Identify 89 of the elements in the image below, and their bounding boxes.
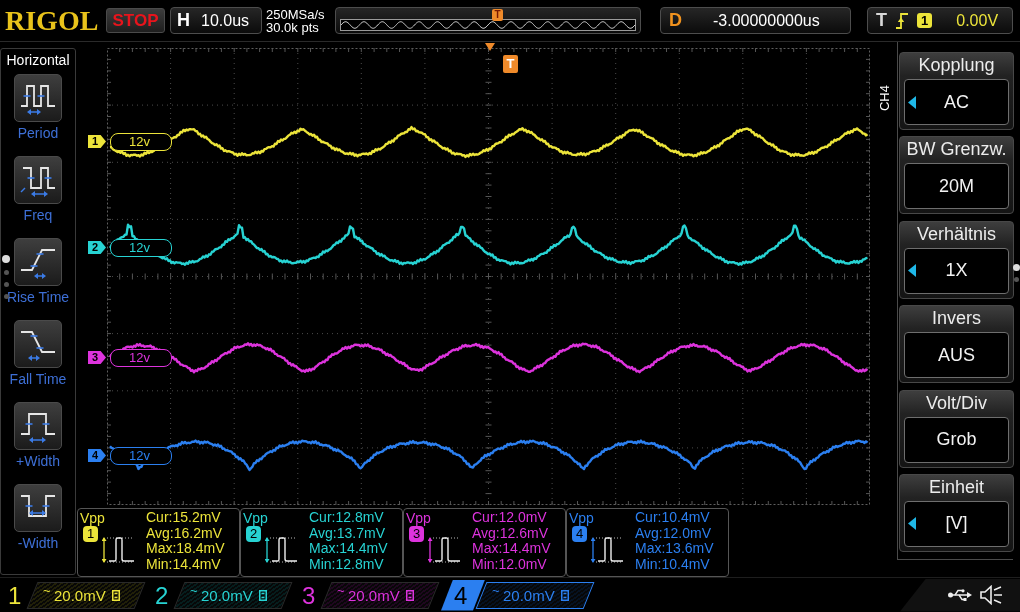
channel-button[interactable]: 2	[147, 579, 183, 611]
channel-button[interactable]: 1	[0, 579, 36, 611]
channel-marker: 3	[88, 351, 106, 364]
measurement-stat: Cur:12.0mV	[472, 510, 548, 526]
timebase-label: H	[177, 10, 190, 31]
channel-marker: 1	[88, 135, 106, 148]
measurement-button[interactable]	[14, 156, 62, 204]
measurement-stat: Cur:10.4mV	[635, 510, 711, 526]
channel-scale: 20.0mV	[502, 586, 555, 604]
coupling-symbol: ~	[492, 582, 500, 598]
softkey-title: Invers	[931, 307, 982, 331]
softkey-title: Verhältnis	[915, 222, 998, 246]
measurement-label: +Width	[16, 453, 60, 470]
channel-title: CH4	[878, 85, 892, 111]
rising-edge-icon	[896, 12, 908, 29]
channel-scale: 20.0mV	[53, 586, 106, 604]
measurement-stat: Max:13.6mV	[635, 541, 714, 557]
measurement-stat: Max:14.4mV	[472, 541, 551, 557]
left-caret-icon	[908, 95, 916, 109]
brand-logo: RIGOL	[5, 5, 100, 36]
delay-label: D	[669, 10, 683, 31]
channel-badge: 1	[83, 526, 98, 542]
measurement-stat: Min:12.8mV	[309, 556, 385, 573]
measurement-stat: Max:18.4mV	[146, 541, 225, 557]
measurement-button[interactable]	[14, 484, 62, 532]
measurement-stat: Avg:16.2mV	[146, 525, 223, 542]
channel-scale: 20.0mV	[200, 586, 253, 604]
channel-badge: 2	[246, 526, 261, 542]
measurement-button[interactable]	[14, 402, 62, 450]
measurement-label: Fall Time	[9, 371, 67, 388]
measurement-stat: Avg:12.6mV	[472, 525, 549, 542]
left-caret-icon	[908, 264, 916, 278]
softkey-value[interactable]: 1X	[904, 247, 1009, 294]
measurement-stat: Min:14.4mV	[146, 556, 222, 573]
channel-marker: 4	[88, 449, 106, 462]
page-indicator-icon	[1013, 264, 1020, 282]
trigger-label: T	[876, 10, 887, 31]
measurement-button[interactable]	[14, 74, 62, 122]
measurement-label: -Width	[17, 535, 59, 552]
measurement-label: Period	[17, 125, 59, 142]
measurement-stat: Cur:15.2mV	[146, 510, 222, 526]
usb-icon	[948, 589, 972, 601]
measurement-name: Vpp	[569, 510, 595, 526]
channel-button[interactable]: 3	[294, 579, 330, 611]
softkey-value[interactable]: [V]	[904, 500, 1009, 547]
channel-button[interactable]: 4	[441, 579, 485, 611]
sample-rate: 250MSa/s	[266, 7, 326, 21]
measurement-name: Vpp	[243, 510, 269, 526]
channel-scale: 20.0mV	[347, 586, 400, 604]
softkey-value[interactable]: 20M	[904, 163, 1009, 210]
softkey-value[interactable]: AUS	[904, 332, 1009, 379]
channel-badge: 4	[572, 526, 587, 542]
measurement-label: Rise Time	[6, 289, 70, 306]
measurement-stat: Max:14.4mV	[309, 541, 388, 557]
softkey-value[interactable]: Grob	[904, 416, 1009, 463]
measurement-stat: Min:10.4mV	[635, 556, 711, 573]
delay-value: -3.00000000us	[713, 11, 820, 30]
measurement-stat: Avg:13.7mV	[309, 525, 386, 542]
measurement-name: Vpp	[80, 510, 106, 526]
channel-marker: 2	[88, 241, 106, 254]
pulse-amplitude-icon	[102, 537, 136, 563]
measurement-button[interactable]	[14, 320, 62, 368]
timebase-value: 10.0us	[201, 11, 250, 30]
pulse-amplitude-icon	[265, 537, 299, 563]
pulse-amplitude-icon	[591, 537, 625, 563]
page-indicator-icon	[2, 255, 10, 299]
menu-title: Horizontal	[6, 51, 70, 69]
softkey-title: Einheit	[927, 475, 985, 499]
measurement-button[interactable]	[14, 238, 62, 286]
softkey-title: Kopplung	[917, 54, 996, 77]
measurement-label: Freq	[23, 207, 53, 224]
trigger-marker: T	[492, 9, 503, 21]
measurement-stat: Min:12.0mV	[472, 556, 548, 573]
softkey-title: BW Grenzw.	[905, 138, 1008, 162]
speaker-icon	[980, 585, 1002, 605]
coupling-symbol: ~	[337, 582, 345, 598]
softkey-value[interactable]: AC	[904, 79, 1009, 125]
channel-badge: 3	[409, 526, 424, 542]
left-caret-icon	[908, 517, 916, 531]
trigger-level: 0.00V	[956, 11, 999, 30]
measurement-name: Vpp	[406, 510, 432, 526]
coupling-symbol: ~	[43, 582, 51, 598]
coupling-symbol: ~	[190, 582, 198, 598]
softkey-title: Volt/Div	[925, 391, 988, 415]
trigger-source: 1	[917, 13, 933, 28]
measurement-stat: Cur:12.8mV	[309, 510, 385, 526]
pulse-amplitude-icon	[428, 537, 462, 563]
memory-depth: 30.0k pts	[266, 20, 320, 34]
measurement-stat: Avg:12.0mV	[635, 525, 712, 542]
